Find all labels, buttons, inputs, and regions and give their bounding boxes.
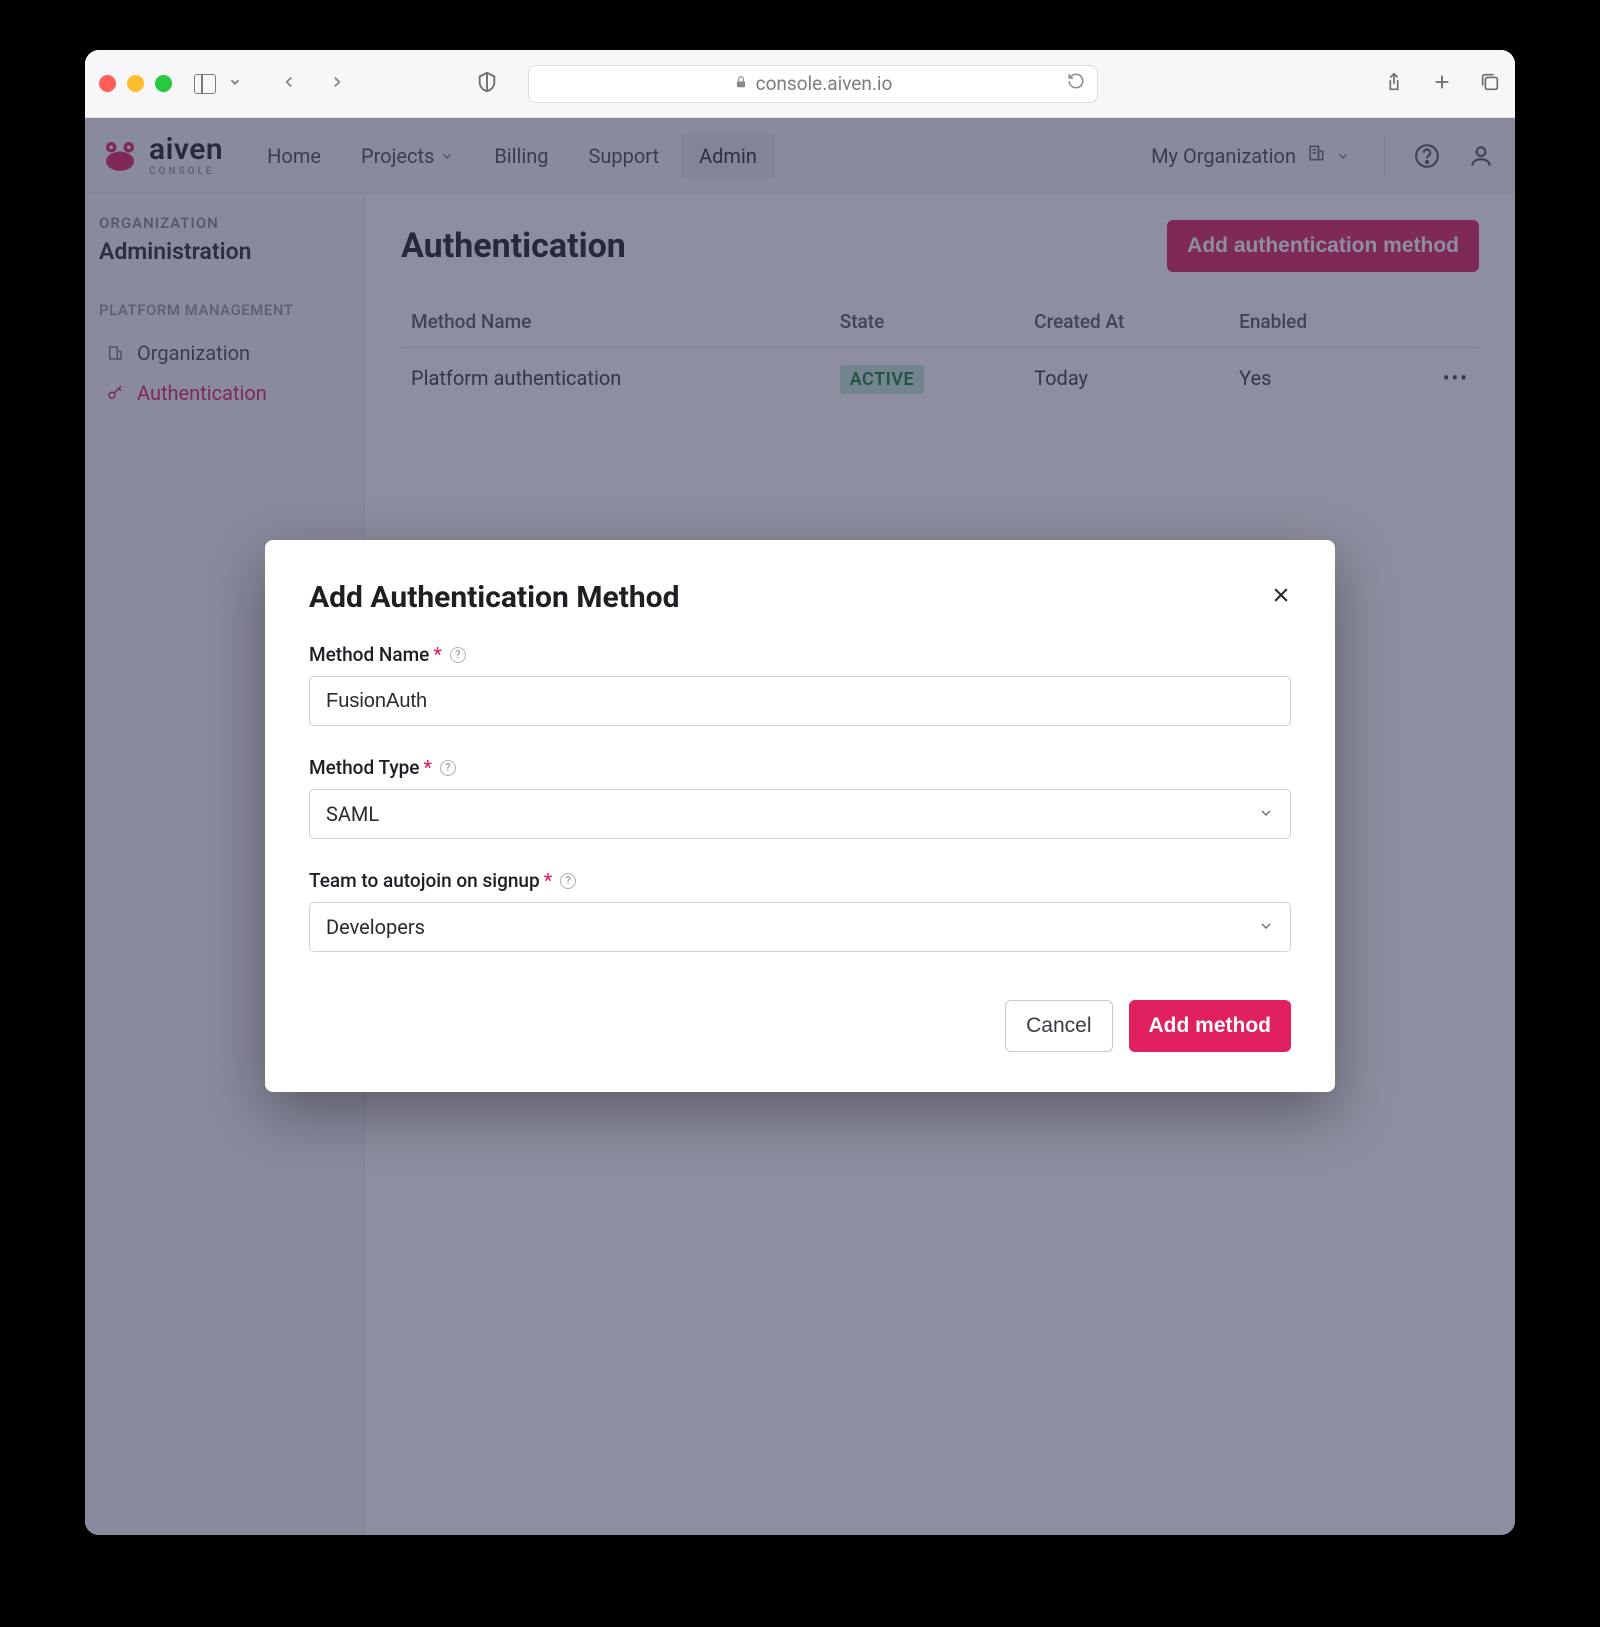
maximize-window[interactable] bbox=[155, 75, 172, 92]
chevron-down-icon bbox=[1258, 802, 1274, 826]
help-tooltip-icon[interactable]: ? bbox=[440, 760, 456, 776]
cancel-button[interactable]: Cancel bbox=[1005, 1000, 1112, 1052]
url-text: console.aiven.io bbox=[756, 72, 893, 95]
help-tooltip-icon[interactable]: ? bbox=[450, 647, 466, 663]
close-icon[interactable] bbox=[1271, 584, 1291, 612]
chevron-down-icon bbox=[1258, 915, 1274, 939]
new-tab-icon[interactable] bbox=[1431, 71, 1453, 97]
select-value: SAML bbox=[326, 802, 379, 826]
required-marker: * bbox=[544, 869, 552, 892]
required-marker: * bbox=[423, 756, 431, 779]
field-method-name: Method Name* ? bbox=[309, 643, 1291, 726]
url-bar[interactable]: console.aiven.io bbox=[528, 65, 1098, 103]
privacy-shield-icon[interactable] bbox=[476, 71, 498, 97]
field-label: Method Type bbox=[309, 756, 419, 779]
nav-back-icon[interactable] bbox=[280, 73, 298, 95]
team-select[interactable]: Developers bbox=[309, 902, 1291, 952]
modal-title: Add Authentication Method bbox=[309, 580, 679, 615]
nav-forward-icon[interactable] bbox=[328, 73, 346, 95]
tabs-icon[interactable] bbox=[1479, 71, 1501, 97]
required-marker: * bbox=[433, 643, 441, 666]
add-method-button[interactable]: Add method bbox=[1129, 1000, 1291, 1052]
lock-icon bbox=[734, 75, 748, 93]
field-label: Method Name bbox=[309, 643, 429, 666]
sidebar-toggle-icon[interactable] bbox=[194, 74, 216, 94]
reload-icon[interactable] bbox=[1067, 72, 1085, 95]
method-name-input[interactable] bbox=[309, 676, 1291, 726]
close-window[interactable] bbox=[99, 75, 116, 92]
browser-chrome: console.aiven.io bbox=[85, 50, 1515, 118]
select-value: Developers bbox=[326, 915, 425, 939]
field-label: Team to autojoin on signup bbox=[309, 869, 540, 892]
method-type-select[interactable]: SAML bbox=[309, 789, 1291, 839]
add-auth-modal: Add Authentication Method Method Name* ?… bbox=[265, 540, 1335, 1092]
share-icon[interactable] bbox=[1383, 71, 1405, 97]
minimize-window[interactable] bbox=[127, 75, 144, 92]
field-team: Team to autojoin on signup* ? Developers bbox=[309, 869, 1291, 952]
window-controls bbox=[99, 75, 172, 92]
browser-window: console.aiven.io bbox=[85, 50, 1515, 1535]
field-method-type: Method Type* ? SAML bbox=[309, 756, 1291, 839]
chevron-down-icon[interactable] bbox=[228, 75, 242, 93]
help-tooltip-icon[interactable]: ? bbox=[560, 873, 576, 889]
